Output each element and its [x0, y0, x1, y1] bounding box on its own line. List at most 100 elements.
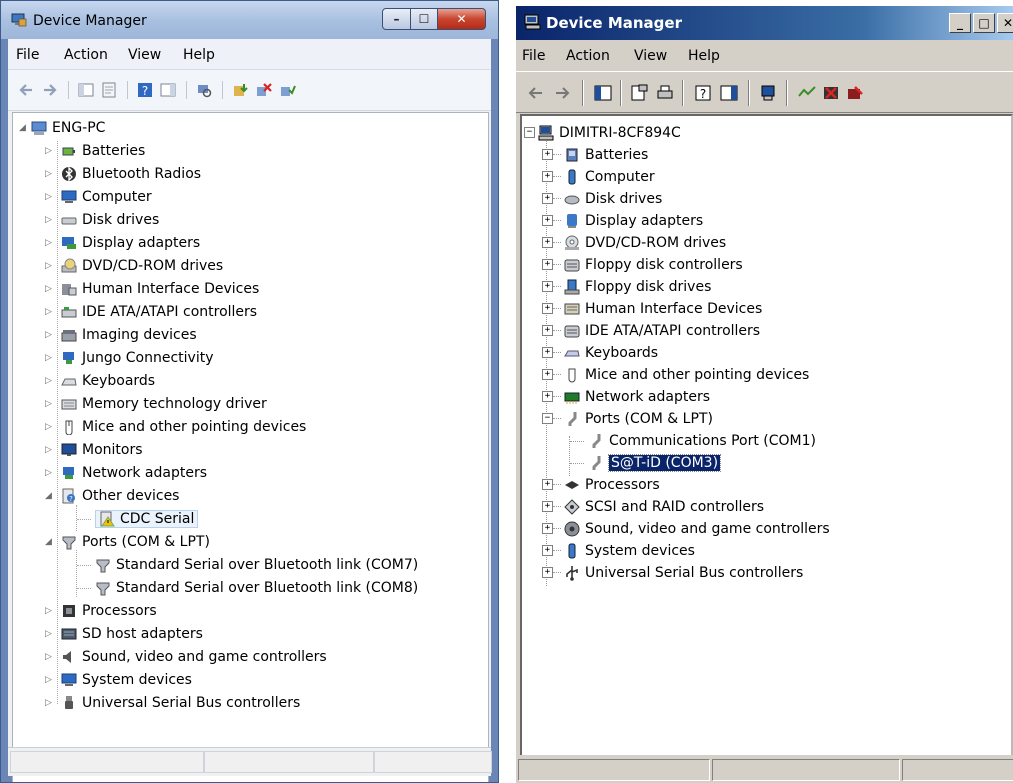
menu-file[interactable]: File [522, 48, 545, 64]
expand-icon[interactable]: + [542, 303, 553, 314]
forward-icon[interactable] [42, 82, 58, 98]
tree-item-processors[interactable]: + Processors [542, 474, 660, 495]
expand-icon[interactable]: ▷ [45, 192, 52, 202]
expand-icon[interactable]: + [542, 259, 553, 270]
collapse-icon[interactable]: − [542, 413, 553, 424]
tree-item-sd-host[interactable]: ▷ SD host adapters [45, 623, 203, 645]
tree-item-usb[interactable]: ▷ Universal Serial Bus controllers [45, 692, 300, 714]
expand-icon[interactable]: ▷ [45, 215, 52, 225]
tree-item-keyboards[interactable]: ▷ Keyboards [45, 370, 155, 392]
close-button[interactable]: ✕ [438, 8, 486, 30]
device-tree[interactable]: − DIMITRI-8CF894C + Batteries + Computer… [520, 114, 1013, 758]
expand-icon[interactable]: ▷ [45, 698, 52, 708]
expand-icon[interactable]: + [542, 325, 553, 336]
tree-item-bluetooth-radios[interactable]: ▷ Bluetooth Radios [45, 163, 201, 185]
tree-item-mice[interactable]: ▷ Mice and other pointing devices [45, 416, 306, 438]
expand-icon[interactable]: ▷ [45, 169, 52, 179]
collapse-icon[interactable]: ◢ [19, 123, 26, 133]
tree-item-display-adapters[interactable]: ▷ Display adapters [45, 232, 200, 254]
tree-item-ide-ata[interactable]: ▷ IDE ATA/ATAPI controllers [45, 301, 257, 323]
expand-icon[interactable]: + [542, 567, 553, 578]
tree-item-keyboards[interactable]: + Keyboards [542, 342, 658, 363]
tree-item-dvd-cd-rom[interactable]: ▷ DVD/CD-ROM drives [45, 255, 223, 277]
close-button[interactable]: ✕ [997, 13, 1013, 33]
tree-item-system-devices[interactable]: + System devices [542, 540, 695, 561]
tree-item-sound[interactable]: + Sound, video and game controllers [542, 518, 830, 539]
title-bar[interactable]: Device Manager – ☐ ✕ [1, 1, 498, 39]
show-hide-console-tree-icon[interactable] [594, 84, 612, 102]
menu-view[interactable]: View [634, 48, 667, 64]
tree-root[interactable]: ◢ ENG-PC [19, 117, 105, 139]
tree-item-monitors[interactable]: ▷ Monitors [45, 439, 143, 461]
help-icon[interactable]: ? [137, 82, 153, 98]
back-icon[interactable] [526, 84, 544, 102]
action-pane-icon[interactable] [160, 82, 176, 98]
collapse-icon[interactable]: ◢ [45, 537, 52, 547]
selected-item[interactable]: S@T-iD (COM3) [607, 453, 722, 472]
tree-item-computer[interactable]: ▷ Computer [45, 186, 152, 208]
expand-icon[interactable]: ▷ [45, 238, 52, 248]
properties-icon[interactable] [101, 82, 117, 98]
expand-icon[interactable]: + [542, 479, 553, 490]
menu-help[interactable]: Help [183, 47, 215, 63]
help-icon[interactable]: ? [694, 84, 712, 102]
tree-item-sound[interactable]: ▷ Sound, video and game controllers [45, 646, 327, 668]
expand-icon[interactable]: ▷ [45, 146, 52, 156]
tree-item-scsi-raid[interactable]: + SCSI and RAID controllers [542, 496, 764, 517]
device-tree[interactable]: ◢ ENG-PC ▷ Batteries ▷ Bluetooth Radios … [12, 112, 489, 782]
tree-item-memory-technology[interactable]: ▷ Memory technology driver [45, 393, 267, 415]
menu-action[interactable]: Action [64, 47, 108, 63]
expand-icon[interactable]: + [542, 193, 553, 204]
tree-item-system-devices[interactable]: ▷ System devices [45, 669, 192, 691]
tree-item-ide-ata[interactable]: + IDE ATA/ATAPI controllers [542, 320, 760, 341]
print-icon[interactable] [656, 84, 674, 102]
expand-icon[interactable]: ▷ [45, 284, 52, 294]
tree-item-usb[interactable]: + Universal Serial Bus controllers [542, 562, 803, 583]
action-pane-icon[interactable] [720, 84, 738, 102]
tree-item-disk-drives[interactable]: ▷ Disk drives [45, 209, 159, 231]
expand-icon[interactable]: + [542, 501, 553, 512]
tree-item-human-interface-devices[interactable]: + Human Interface Devices [542, 298, 762, 319]
expand-icon[interactable]: + [542, 281, 553, 292]
properties-icon[interactable] [630, 84, 648, 102]
update-driver-icon[interactable] [232, 82, 248, 98]
menu-action[interactable]: Action [566, 48, 610, 64]
expand-icon[interactable]: ▷ [45, 261, 52, 271]
menu-view[interactable]: View [128, 47, 161, 63]
expand-icon[interactable]: ▷ [45, 445, 52, 455]
tree-item-disk-drives[interactable]: + Disk drives [542, 188, 662, 209]
tree-item-com1[interactable]: Communications Port (COM1) [588, 430, 816, 451]
update-driver-icon[interactable] [798, 84, 816, 102]
show-hide-console-tree-icon[interactable] [78, 82, 94, 98]
expand-icon[interactable]: ▷ [45, 629, 52, 639]
title-bar[interactable]: Device Manager _ □ ✕ [516, 6, 1013, 40]
tree-item-processors[interactable]: ▷ Processors [45, 600, 157, 622]
tree-item-batteries[interactable]: ▷ Batteries [45, 140, 145, 162]
expand-icon[interactable]: + [542, 171, 553, 182]
expand-icon[interactable]: + [542, 545, 553, 556]
tree-item-com7[interactable]: Standard Serial over Bluetooth link (COM… [95, 554, 418, 576]
expand-icon[interactable]: ▷ [45, 399, 52, 409]
minimize-button[interactable]: – [382, 8, 411, 30]
disable-device-icon[interactable] [846, 84, 864, 102]
tree-item-com8[interactable]: Standard Serial over Bluetooth link (COM… [95, 577, 418, 599]
uninstall-icon[interactable] [256, 82, 272, 98]
tree-item-floppy-drives[interactable]: + Floppy disk drives [542, 276, 711, 297]
minimize-button[interactable]: _ [949, 13, 971, 33]
tree-item-jungo[interactable]: ▷ Jungo Connectivity [45, 347, 214, 369]
expand-icon[interactable]: ▷ [45, 675, 52, 685]
expand-icon[interactable]: ▷ [45, 606, 52, 616]
tree-item-floppy-controllers[interactable]: + Floppy disk controllers [542, 254, 743, 275]
expand-icon[interactable]: ▷ [45, 330, 52, 340]
expand-icon[interactable]: + [542, 237, 553, 248]
tree-item-com3[interactable]: S@T-iD (COM3) [588, 452, 722, 473]
maximize-button[interactable]: □ [973, 13, 995, 33]
collapse-icon[interactable]: − [524, 127, 535, 138]
expand-icon[interactable]: + [542, 149, 553, 160]
tree-item-network-adapters[interactable]: + Network adapters [542, 386, 710, 407]
tree-item-batteries[interactable]: + Batteries [542, 144, 648, 165]
expand-icon[interactable]: + [542, 347, 553, 358]
scan-hardware-icon[interactable] [760, 84, 778, 102]
uninstall-icon[interactable] [822, 84, 840, 102]
expand-icon[interactable]: + [542, 391, 553, 402]
